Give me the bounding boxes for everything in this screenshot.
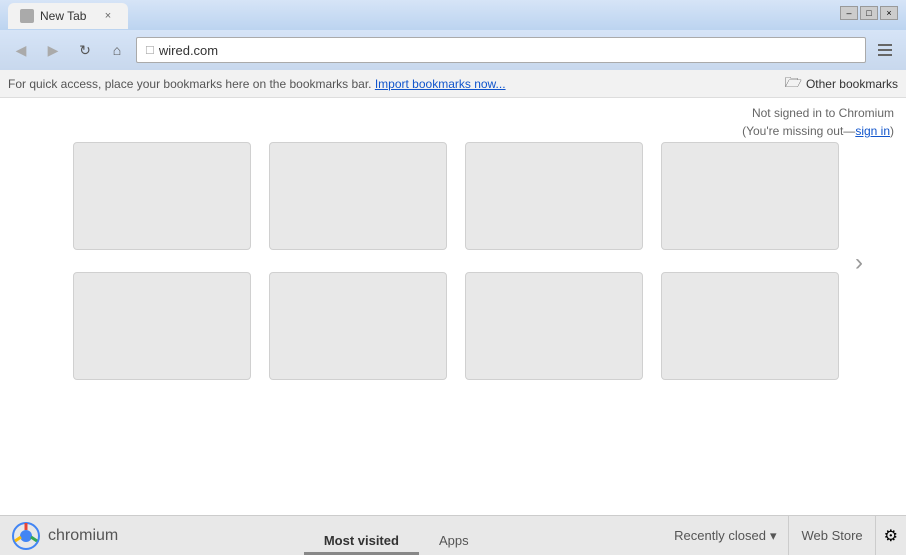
menu-line-1 (878, 44, 892, 46)
gear-icon: ⚙ (884, 526, 898, 546)
thumbnail-8[interactable] (661, 272, 839, 384)
signin-notice: Not signed in to Chromium (You're missin… (0, 98, 906, 142)
folder-icon: 🗁 (785, 72, 802, 96)
settings-gear-button[interactable]: ⚙ (876, 516, 906, 555)
other-bookmarks-button[interactable]: 🗁 Other bookmarks (785, 72, 898, 96)
thumbnail-box-8 (661, 272, 839, 380)
bottom-right-buttons: Recently closed ▾ Web Store ⚙ (662, 516, 906, 555)
menu-line-2 (878, 49, 892, 51)
tab-close-button[interactable]: × (100, 8, 116, 24)
thumbnail-2[interactable] (269, 142, 447, 254)
window-controls: – □ × (840, 6, 898, 20)
thumbnail-7[interactable] (465, 272, 643, 384)
thumbnail-box-2 (269, 142, 447, 250)
tab-most-visited[interactable]: Most visited (304, 527, 419, 555)
thumbnail-5[interactable] (73, 272, 251, 384)
thumbnail-box-1 (73, 142, 251, 250)
import-bookmarks-link[interactable]: Import bookmarks now... (375, 77, 506, 91)
menu-line-3 (878, 54, 892, 56)
thumbnail-box-4 (661, 142, 839, 250)
address-input[interactable] (159, 43, 853, 58)
active-tab[interactable]: New Tab × (8, 3, 128, 29)
menu-icon (878, 44, 892, 56)
next-page-arrow[interactable]: › (855, 249, 863, 277)
signin-suffix: ) (890, 124, 894, 138)
web-store-label: Web Store (801, 528, 862, 543)
thumbnail-box-3 (465, 142, 643, 250)
maximize-button[interactable]: □ (860, 6, 878, 20)
signin-prefix: (You're missing out— (742, 124, 855, 138)
reload-button[interactable]: ↻ (72, 37, 98, 63)
thumbnail-box-7 (465, 272, 643, 380)
minimize-button[interactable]: – (840, 6, 858, 20)
close-window-button[interactable]: × (880, 6, 898, 20)
dropdown-icon: ▾ (770, 528, 777, 544)
forward-button[interactable]: ▶ (40, 37, 66, 63)
address-bar[interactable]: ☐ (136, 37, 866, 63)
tab-title: New Tab (40, 9, 86, 23)
bookmarks-message: For quick access, place your bookmarks h… (8, 77, 785, 91)
thumbnails-wrapper: › (73, 142, 833, 384)
title-bar: New Tab × – □ × (0, 0, 906, 30)
signin-line2: (You're missing out—sign in) (12, 122, 894, 140)
recently-closed-button[interactable]: Recently closed ▾ (662, 516, 789, 555)
thumbnail-4[interactable] (661, 142, 839, 254)
bottom-tabs: Most visited Apps (130, 516, 662, 555)
thumbnail-6[interactable] (269, 272, 447, 384)
tab-apps[interactable]: Apps (419, 527, 489, 555)
content-area: Not signed in to Chromium (You're missin… (0, 98, 906, 515)
chromium-logo: chromium (0, 516, 130, 555)
thumbnails-grid (73, 142, 833, 384)
signin-link[interactable]: sign in (855, 124, 890, 138)
bookmarks-text-content: For quick access, place your bookmarks h… (8, 77, 375, 91)
apps-label: Apps (439, 533, 469, 548)
bookmarks-bar: For quick access, place your bookmarks h… (0, 70, 906, 98)
back-button[interactable]: ◀ (8, 37, 34, 63)
bottom-bar: chromium Most visited Apps Recently clos… (0, 515, 906, 555)
thumbnail-box-6 (269, 272, 447, 380)
most-visited-label: Most visited (324, 533, 399, 548)
tab-favicon (20, 9, 34, 23)
chromium-icon (12, 522, 40, 550)
other-bookmarks-label: Other bookmarks (806, 77, 898, 91)
navigation-bar: ◀ ▶ ↻ ⌂ ☐ (0, 30, 906, 70)
page-icon: ☐ (145, 44, 155, 57)
nav-right-buttons (872, 37, 898, 63)
web-store-button[interactable]: Web Store (789, 516, 875, 555)
signin-line1: Not signed in to Chromium (12, 104, 894, 122)
recently-closed-label: Recently closed (674, 528, 766, 543)
home-button[interactable]: ⌂ (104, 37, 130, 63)
chromium-text: chromium (48, 527, 118, 545)
thumbnail-box-5 (73, 272, 251, 380)
browser-menu-button[interactable] (872, 37, 898, 63)
thumbnail-3[interactable] (465, 142, 643, 254)
thumbnail-1[interactable] (73, 142, 251, 254)
